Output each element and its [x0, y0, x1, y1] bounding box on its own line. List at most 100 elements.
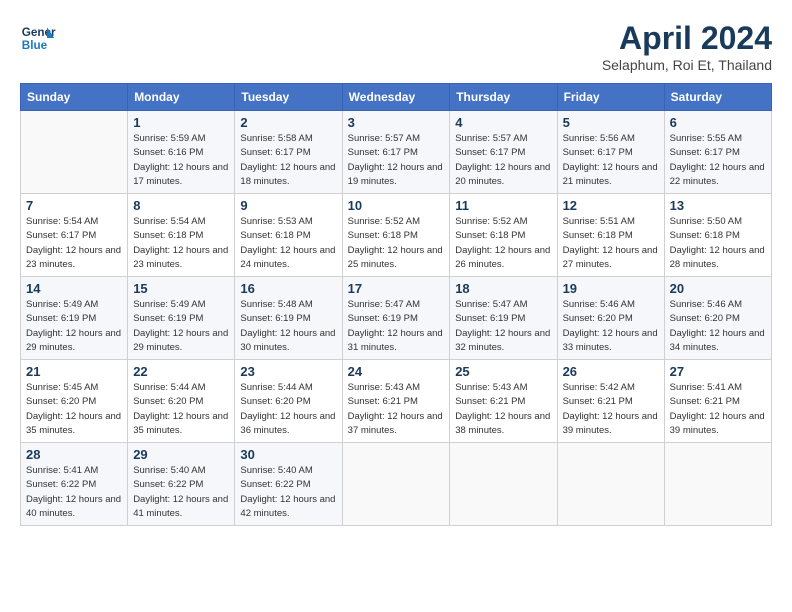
calendar-cell: 10 Sunrise: 5:52 AMSunset: 6:18 PMDayligh… — [342, 194, 450, 277]
day-info: Sunrise: 5:54 AMSunset: 6:17 PMDaylight:… — [26, 215, 122, 272]
day-number: 29 — [133, 447, 229, 462]
day-info: Sunrise: 5:51 AMSunset: 6:18 PMDaylight:… — [563, 215, 659, 272]
location-subtitle: Selaphum, Roi Et, Thailand — [602, 57, 772, 73]
calendar-cell: 17 Sunrise: 5:47 AMSunset: 6:19 PMDayligh… — [342, 277, 450, 360]
calendar-cell: 16 Sunrise: 5:48 AMSunset: 6:19 PMDayligh… — [235, 277, 342, 360]
calendar-cell: 8 Sunrise: 5:54 AMSunset: 6:18 PMDaylight… — [128, 194, 235, 277]
day-number: 25 — [455, 364, 551, 379]
calendar-cell — [342, 443, 450, 526]
day-number: 1 — [133, 115, 229, 130]
calendar-cell: 19Sunrise: 5:46 AMSunset: 6:20 PMDayligh… — [557, 277, 664, 360]
calendar-cell: 9 Sunrise: 5:53 AMSunset: 6:18 PMDaylight… — [235, 194, 342, 277]
calendar-cell: 2 Sunrise: 5:58 AMSunset: 6:17 PMDaylight… — [235, 111, 342, 194]
week-row-1: 1 Sunrise: 5:59 AMSunset: 6:16 PMDaylight… — [21, 111, 772, 194]
day-number: 2 — [240, 115, 336, 130]
day-number: 26 — [563, 364, 659, 379]
week-row-5: 28 Sunrise: 5:41 AMSunset: 6:22 PMDayligh… — [21, 443, 772, 526]
calendar-cell: 13 Sunrise: 5:50 AMSunset: 6:18 PMDayligh… — [664, 194, 771, 277]
day-info: Sunrise: 5:44 AMSunset: 6:20 PMDaylight:… — [133, 381, 229, 438]
day-number: 5 — [563, 115, 659, 130]
calendar-cell: 12 Sunrise: 5:51 AMSunset: 6:18 PMDayligh… — [557, 194, 664, 277]
logo-icon: General Blue — [20, 20, 56, 56]
day-number: 8 — [133, 198, 229, 213]
calendar-cell: 26 Sunrise: 5:42 AMSunset: 6:21 PMDayligh… — [557, 360, 664, 443]
calendar-cell: 6 Sunrise: 5:55 AMSunset: 6:17 PMDaylight… — [664, 111, 771, 194]
day-info: Sunrise: 5:45 AMSunset: 6:20 PMDaylight:… — [26, 381, 122, 438]
day-number: 7 — [26, 198, 122, 213]
calendar-cell: 29 Sunrise: 5:40 AMSunset: 6:22 PMDayligh… — [128, 443, 235, 526]
day-info: Sunrise: 5:54 AMSunset: 6:18 PMDaylight:… — [133, 215, 229, 272]
day-info: Sunrise: 5:57 AMSunset: 6:17 PMDaylight:… — [455, 132, 551, 189]
day-info: Sunrise: 5:56 AMSunset: 6:17 PMDaylight:… — [563, 132, 659, 189]
calendar-cell: 21 Sunrise: 5:45 AMSunset: 6:20 PMDayligh… — [21, 360, 128, 443]
calendar-table: SundayMondayTuesdayWednesdayThursdayFrid… — [20, 83, 772, 526]
day-number: 18 — [455, 281, 551, 296]
day-number: 21 — [26, 364, 122, 379]
day-info: Sunrise: 5:58 AMSunset: 6:17 PMDaylight:… — [240, 132, 336, 189]
day-number: 13 — [670, 198, 766, 213]
title-area: April 2024 Selaphum, Roi Et, Thailand — [602, 20, 772, 73]
calendar-cell: 7 Sunrise: 5:54 AMSunset: 6:17 PMDaylight… — [21, 194, 128, 277]
calendar-cell — [557, 443, 664, 526]
day-info: Sunrise: 5:50 AMSunset: 6:18 PMDaylight:… — [670, 215, 766, 272]
day-info: Sunrise: 5:41 AMSunset: 6:22 PMDaylight:… — [26, 464, 122, 521]
day-info: Sunrise: 5:41 AMSunset: 6:21 PMDaylight:… — [670, 381, 766, 438]
day-info: Sunrise: 5:57 AMSunset: 6:17 PMDaylight:… — [348, 132, 445, 189]
calendar-cell — [450, 443, 557, 526]
week-row-2: 7 Sunrise: 5:54 AMSunset: 6:17 PMDaylight… — [21, 194, 772, 277]
day-number: 16 — [240, 281, 336, 296]
svg-text:Blue: Blue — [22, 39, 48, 52]
weekday-header-tuesday: Tuesday — [235, 84, 342, 111]
day-number: 12 — [563, 198, 659, 213]
day-info: Sunrise: 5:53 AMSunset: 6:18 PMDaylight:… — [240, 215, 336, 272]
day-info: Sunrise: 5:55 AMSunset: 6:17 PMDaylight:… — [670, 132, 766, 189]
day-info: Sunrise: 5:47 AMSunset: 6:19 PMDaylight:… — [348, 298, 445, 355]
weekday-header-wednesday: Wednesday — [342, 84, 450, 111]
calendar-cell: 24 Sunrise: 5:43 AMSunset: 6:21 PMDayligh… — [342, 360, 450, 443]
day-number: 28 — [26, 447, 122, 462]
day-number: 9 — [240, 198, 336, 213]
day-number: 19 — [563, 281, 659, 296]
day-number: 22 — [133, 364, 229, 379]
calendar-cell: 5 Sunrise: 5:56 AMSunset: 6:17 PMDaylight… — [557, 111, 664, 194]
day-number: 14 — [26, 281, 122, 296]
day-info: Sunrise: 5:40 AMSunset: 6:22 PMDaylight:… — [133, 464, 229, 521]
day-info: Sunrise: 5:52 AMSunset: 6:18 PMDaylight:… — [348, 215, 445, 272]
day-number: 17 — [348, 281, 445, 296]
week-row-3: 14 Sunrise: 5:49 AMSunset: 6:19 PMDayligh… — [21, 277, 772, 360]
day-number: 24 — [348, 364, 445, 379]
calendar-cell: 3 Sunrise: 5:57 AMSunset: 6:17 PMDaylight… — [342, 111, 450, 194]
day-number: 11 — [455, 198, 551, 213]
calendar-cell: 14 Sunrise: 5:49 AMSunset: 6:19 PMDayligh… — [21, 277, 128, 360]
calendar-cell: 25Sunrise: 5:43 AMSunset: 6:21 PMDayligh… — [450, 360, 557, 443]
calendar-cell: 4Sunrise: 5:57 AMSunset: 6:17 PMDaylight… — [450, 111, 557, 194]
calendar-cell: 22 Sunrise: 5:44 AMSunset: 6:20 PMDayligh… — [128, 360, 235, 443]
calendar-cell: 15Sunrise: 5:49 AMSunset: 6:19 PMDayligh… — [128, 277, 235, 360]
weekday-header-saturday: Saturday — [664, 84, 771, 111]
day-number: 23 — [240, 364, 336, 379]
day-number: 27 — [670, 364, 766, 379]
day-info: Sunrise: 5:47 AMSunset: 6:19 PMDaylight:… — [455, 298, 551, 355]
calendar-cell: 28 Sunrise: 5:41 AMSunset: 6:22 PMDayligh… — [21, 443, 128, 526]
calendar-cell — [664, 443, 771, 526]
day-number: 6 — [670, 115, 766, 130]
weekday-header-row: SundayMondayTuesdayWednesdayThursdayFrid… — [21, 84, 772, 111]
day-info: Sunrise: 5:40 AMSunset: 6:22 PMDaylight:… — [240, 464, 336, 521]
weekday-header-monday: Monday — [128, 84, 235, 111]
day-info: Sunrise: 5:44 AMSunset: 6:20 PMDaylight:… — [240, 381, 336, 438]
day-info: Sunrise: 5:46 AMSunset: 6:20 PMDaylight:… — [670, 298, 766, 355]
page-header: General Blue April 2024 Selaphum, Roi Et… — [20, 20, 772, 73]
day-info: Sunrise: 5:43 AMSunset: 6:21 PMDaylight:… — [348, 381, 445, 438]
day-info: Sunrise: 5:59 AMSunset: 6:16 PMDaylight:… — [133, 132, 229, 189]
day-info: Sunrise: 5:48 AMSunset: 6:19 PMDaylight:… — [240, 298, 336, 355]
weekday-header-thursday: Thursday — [450, 84, 557, 111]
day-number: 10 — [348, 198, 445, 213]
day-number: 15 — [133, 281, 229, 296]
day-number: 3 — [348, 115, 445, 130]
day-info: Sunrise: 5:42 AMSunset: 6:21 PMDaylight:… — [563, 381, 659, 438]
day-info: Sunrise: 5:49 AMSunset: 6:19 PMDaylight:… — [26, 298, 122, 355]
day-number: 20 — [670, 281, 766, 296]
calendar-cell — [21, 111, 128, 194]
logo: General Blue — [20, 20, 56, 56]
calendar-cell: 30Sunrise: 5:40 AMSunset: 6:22 PMDayligh… — [235, 443, 342, 526]
